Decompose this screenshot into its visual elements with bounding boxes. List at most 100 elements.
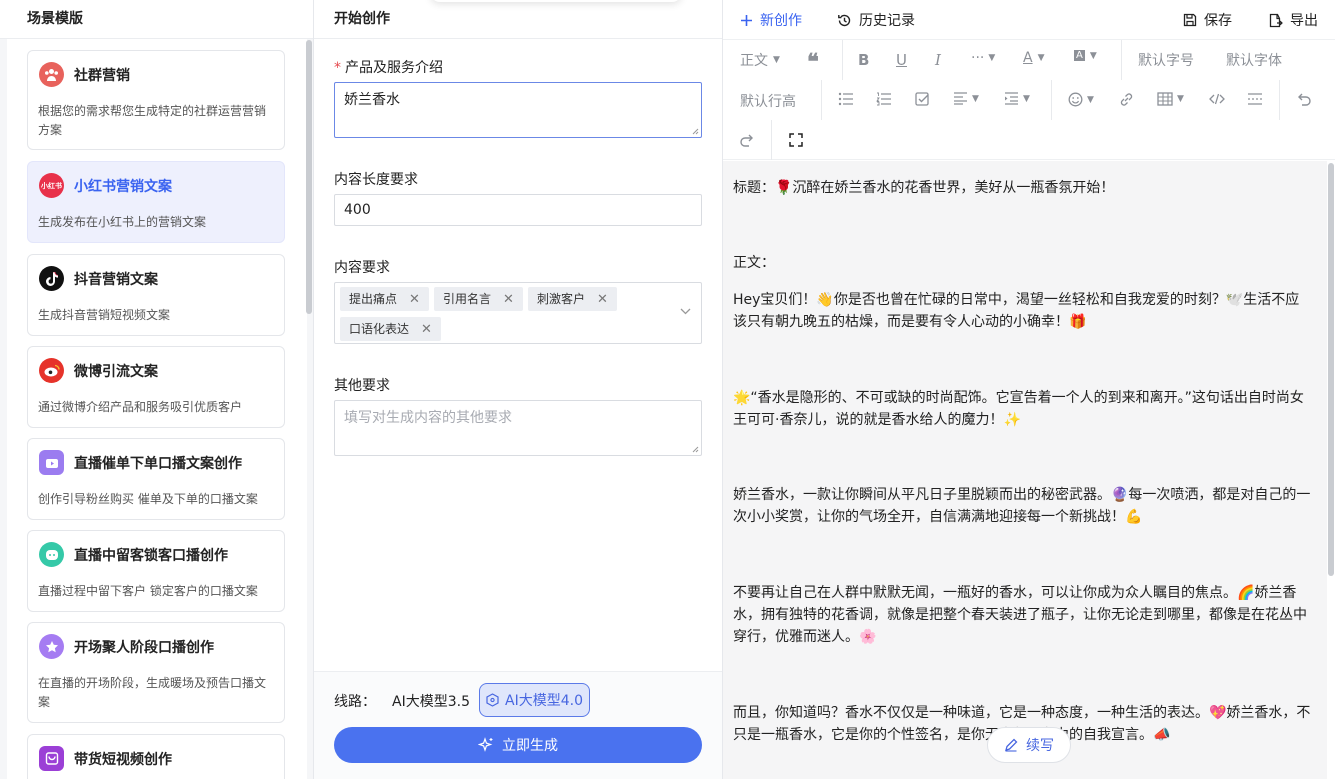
tag-remove-icon[interactable]: ✕: [503, 292, 514, 307]
xiaohongshu-icon: 小红书: [39, 173, 64, 198]
product-label: * 产品及服务介绍: [334, 60, 443, 76]
tag-colloquial: 口语化表达 ✕: [340, 317, 441, 341]
emoji-icon[interactable]: ▼: [1068, 92, 1094, 107]
divider-icon[interactable]: [1247, 92, 1263, 106]
shopping-video-icon: [39, 746, 64, 771]
editor-panel: 新创作 历史记录 保存 导出 正文 ▼ ❝ B U I ··· ▼ A ▼ A ▼ 默认…: [723, 0, 1335, 779]
italic-icon[interactable]: I: [935, 51, 941, 69]
route-label: 线路：: [334, 694, 376, 710]
redo-icon[interactable]: [740, 133, 755, 147]
douyin-icon: [39, 266, 64, 291]
toolbar-separator: [1121, 40, 1122, 80]
tag-remove-icon[interactable]: ✕: [421, 322, 432, 337]
template-title: 带货短视频创作: [74, 752, 172, 768]
chevron-down-icon[interactable]: [680, 308, 691, 315]
other-requirements-label: 其他要求: [334, 378, 390, 394]
template-title: 微博引流文案: [74, 364, 158, 380]
caret-down-icon: ▼: [773, 55, 780, 65]
paragraph-style-select[interactable]: 正文 ▼: [740, 50, 780, 70]
code-icon[interactable]: [1209, 92, 1225, 106]
export-icon: [1269, 13, 1283, 27]
font-color-icon[interactable]: A ▼: [1023, 50, 1045, 66]
template-desc: 根据您的需求帮您生成特定的社群运营营销方案: [38, 104, 267, 137]
generate-button[interactable]: 立即生成: [334, 727, 702, 763]
generated-title: 标题：🌹沉醉在娇兰香水的花香世界，美好从一瓶香氛开始！: [733, 180, 1115, 196]
template-card-weibo[interactable]: 微博引流文案 通过微博介绍产品和服务吸引优质客户: [27, 346, 285, 428]
generate-footer: 线路： AI大模型3.5 AI大模型4.0 立即生成: [314, 671, 722, 779]
scene-template-title: 场景模版: [0, 0, 313, 39]
creation-form-panel: 开始创作 * 产品及服务介绍 娇兰香水 内容长度要求 400 内容要求 提出痛点 ✕…: [314, 0, 723, 779]
template-desc: 直播过程中留下客户 锁定客户的口播文案: [38, 584, 258, 598]
underline-icon[interactable]: U: [896, 51, 907, 69]
template-card-community[interactable]: 社群营销 根据您的需求帮您生成特定的社群运营营销方案: [27, 50, 285, 150]
other-requirements-textarea[interactable]: 填写对生成内容的其他要求: [334, 400, 702, 456]
template-card-live-retain[interactable]: 直播中留客锁客口播创作 直播过程中留下客户 锁定客户的口播文案: [27, 530, 285, 612]
plus-icon: [741, 14, 752, 26]
continue-writing-button[interactable]: 续写: [987, 727, 1071, 763]
length-label: 内容长度要求: [334, 172, 418, 188]
more-format-icon[interactable]: ··· ▼: [971, 50, 995, 66]
editor-toolbar: 正文 ▼ ❝ B U I ··· ▼ A ▼ A ▼ 默认字号 默认字体 默认行高 ▼ …: [723, 39, 1335, 160]
template-card-douyin[interactable]: 抖音营销文案 生成抖音营销短视频文案: [27, 254, 285, 336]
scene-template-panel: 场景模版 社群营销 根据您的需求帮您生成特定的社群运营营销方案 小红书 小红书营…: [0, 0, 314, 779]
align-icon[interactable]: ▼: [953, 92, 979, 105]
toolbar-separator: [842, 40, 843, 80]
bullet-list-icon[interactable]: [838, 92, 854, 106]
template-title: 社群营销: [74, 68, 130, 84]
indent-icon[interactable]: ▼: [1004, 92, 1030, 105]
pen-icon: [1005, 738, 1018, 752]
required-mark: *: [334, 60, 341, 76]
community-icon: [39, 62, 64, 87]
font-size-select[interactable]: 默认字号: [1138, 50, 1194, 70]
tag-remove-icon[interactable]: ✕: [409, 292, 420, 307]
length-input[interactable]: 400: [334, 194, 702, 226]
template-card-xiaohongshu[interactable]: 小红书 小红书营销文案 生成发布在小红书上的营销文案: [27, 161, 285, 243]
bold-icon[interactable]: B: [858, 51, 869, 69]
editor-scroll-thumb[interactable]: [1328, 163, 1334, 576]
tag-quote: 引用名言 ✕: [434, 287, 523, 311]
editor-topbar: 新创作 历史记录 保存 导出: [723, 0, 1335, 39]
line-height-select[interactable]: 默认行高: [740, 91, 796, 111]
quote-icon[interactable]: ❝: [807, 49, 819, 75]
template-title: 开场聚人阶段口播创作: [74, 640, 214, 656]
history-icon: [838, 14, 851, 26]
table-icon[interactable]: ▼: [1157, 92, 1184, 106]
opening-star-icon: [39, 634, 64, 659]
toolbar-separator: [1279, 80, 1280, 120]
fullscreen-icon[interactable]: [789, 133, 803, 147]
weibo-icon: [39, 358, 64, 383]
background-color-icon[interactable]: A ▼: [1074, 50, 1097, 61]
template-card-shopping-video[interactable]: 带货短视频创作: [27, 734, 285, 779]
link-icon[interactable]: [1119, 92, 1134, 107]
floating-popup: [430, 0, 682, 2]
model-35-option[interactable]: AI大模型3.5: [392, 691, 470, 711]
template-card-live-order[interactable]: 直播催单下单口播文案创作 创作引导粉丝购买 催单及下单的口播文案: [27, 438, 285, 520]
template-list-scrollbar[interactable]: [306, 40, 312, 314]
template-card-opening[interactable]: 开场聚人阶段口播创作 在直播的开场阶段，生成暖场及预告口播文案: [27, 622, 285, 723]
resize-handle-icon[interactable]: [692, 446, 699, 453]
content-requirements-label: 内容要求: [334, 260, 390, 276]
template-desc: 在直播的开场阶段，生成暖场及预告口播文案: [38, 676, 267, 709]
export-button[interactable]: 导出: [1268, 10, 1318, 30]
body-label: 正文：: [733, 255, 775, 271]
tag-remove-icon[interactable]: ✕: [597, 292, 608, 307]
template-title: 直播中留客锁客口播创作: [74, 548, 228, 564]
new-creation-button[interactable]: 新创作: [740, 10, 802, 30]
font-family-select[interactable]: 默认字体: [1226, 50, 1282, 70]
todo-checkbox-icon[interactable]: [915, 92, 930, 107]
history-button[interactable]: 历史记录: [837, 10, 915, 30]
undo-icon[interactable]: [1296, 92, 1311, 106]
editor-content[interactable]: 标题：🌹沉醉在娇兰香水的花香世界，美好从一瓶香氛开始！ 正文： Hey宝贝们！👋…: [723, 161, 1327, 779]
save-button[interactable]: 保存: [1183, 10, 1232, 30]
template-desc: 创作引导粉丝购买 催单及下单的口播文案: [38, 492, 258, 506]
resize-handle-icon[interactable]: [692, 128, 699, 135]
live-retain-icon: [39, 542, 64, 567]
model-40-option[interactable]: AI大模型4.0: [479, 683, 590, 717]
product-textarea[interactable]: 娇兰香水: [334, 82, 702, 138]
template-desc: 生成发布在小红书上的营销文案: [38, 215, 207, 229]
toolbar-separator: [821, 80, 822, 120]
editor-scrollbar[interactable]: [1327, 161, 1335, 779]
content-requirements-select[interactable]: 提出痛点 ✕ 引用名言 ✕ 刺激客户 ✕ 口语化表达 ✕: [334, 282, 702, 344]
numbered-list-icon[interactable]: [876, 92, 892, 106]
cube-icon: [486, 693, 499, 707]
